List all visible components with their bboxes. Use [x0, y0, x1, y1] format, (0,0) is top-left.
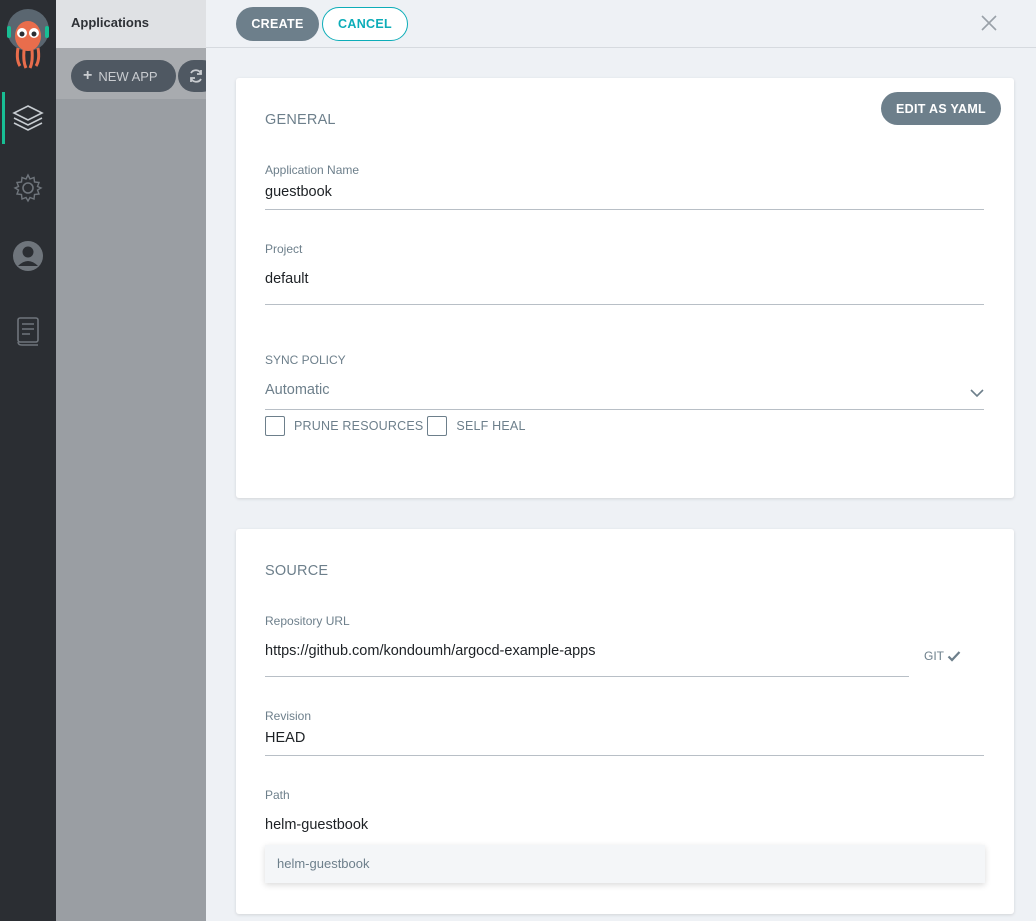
- repo-type-tag[interactable]: GIT: [924, 649, 961, 663]
- repo-type-label: GIT: [924, 649, 944, 663]
- applications-header: Applications: [56, 0, 206, 48]
- revision-underline: [265, 755, 984, 756]
- self-heal-label: SELF HEAL: [456, 419, 526, 433]
- nav-settings[interactable]: [0, 162, 56, 214]
- create-button[interactable]: CREATE: [236, 7, 319, 41]
- path-autocomplete-dropdown: helm-guestbook: [265, 845, 985, 883]
- project-input[interactable]: default: [265, 271, 309, 287]
- applications-background: Applications + NEW APP: [56, 0, 218, 921]
- revision-input[interactable]: HEAD: [265, 730, 305, 746]
- create-app-panel: CREATE CANCEL GENERAL EDIT AS YAML Appli…: [206, 0, 1036, 921]
- nav-docs[interactable]: [0, 305, 56, 357]
- user-icon: [13, 241, 43, 271]
- applications-toolbar: + NEW APP: [56, 48, 218, 99]
- sync-policy-underline: [265, 409, 984, 410]
- docs-icon: [17, 317, 39, 346]
- project-label: Project: [265, 242, 303, 256]
- sync-policy-select[interactable]: Automatic: [265, 382, 329, 398]
- application-name-underline: [265, 209, 984, 210]
- repository-url-field[interactable]: Repository URL https://github.com/kondou…: [265, 614, 984, 678]
- nav-user-info[interactable]: [0, 230, 56, 282]
- main-navbar: [0, 0, 56, 921]
- source-title: SOURCE: [265, 563, 329, 579]
- revision-label: Revision: [265, 709, 312, 723]
- layers-icon: [12, 105, 44, 131]
- project-field[interactable]: Project default: [265, 242, 984, 306]
- edit-as-yaml-button[interactable]: EDIT AS YAML: [881, 92, 1001, 125]
- general-section: GENERAL EDIT AS YAML Application Name gu…: [236, 78, 1014, 498]
- general-title: GENERAL: [265, 112, 336, 128]
- check-icon: [947, 651, 961, 662]
- repository-url-label: Repository URL: [265, 614, 350, 628]
- applications-title: Applications: [71, 15, 150, 30]
- repository-url-underline: [265, 676, 909, 677]
- gear-icon: [13, 173, 43, 203]
- path-field[interactable]: Path helm-guestbook: [265, 788, 984, 844]
- project-underline: [265, 304, 984, 305]
- refresh-icon: [190, 69, 202, 83]
- new-app-button[interactable]: + NEW APP: [71, 60, 176, 92]
- prune-resources-checkbox[interactable]: [265, 416, 285, 436]
- plus-icon: +: [83, 67, 93, 84]
- repository-url-input[interactable]: https://github.com/kondoumh/argocd-examp…: [265, 643, 595, 659]
- cancel-button[interactable]: CANCEL: [322, 7, 408, 41]
- path-input[interactable]: helm-guestbook: [265, 817, 368, 833]
- sync-policy-field[interactable]: SYNC POLICY Automatic: [265, 353, 984, 411]
- new-app-label: NEW APP: [98, 68, 158, 84]
- path-suggestion-item[interactable]: helm-guestbook: [277, 856, 370, 871]
- path-label: Path: [265, 788, 290, 802]
- application-name-input[interactable]: guestbook: [265, 184, 332, 200]
- application-name-label: Application Name: [265, 163, 360, 177]
- argo-logo-icon[interactable]: [4, 6, 52, 70]
- nav-applications[interactable]: [0, 92, 56, 144]
- application-name-field[interactable]: Application Name guestbook: [265, 163, 984, 211]
- panel-toolbar: CREATE CANCEL: [206, 0, 1036, 48]
- source-section: SOURCE Repository URL https://github.com…: [236, 529, 1014, 914]
- sync-policy-label: SYNC POLICY: [265, 353, 346, 367]
- prune-resources-label: PRUNE RESOURCES: [294, 419, 424, 433]
- chevron-down-icon[interactable]: [970, 388, 984, 398]
- revision-field[interactable]: Revision HEAD: [265, 709, 984, 757]
- self-heal-checkbox[interactable]: [427, 416, 448, 436]
- close-icon[interactable]: [979, 13, 999, 33]
- sync-options-row: PRUNE RESOURCES SELF HEAL: [265, 416, 526, 436]
